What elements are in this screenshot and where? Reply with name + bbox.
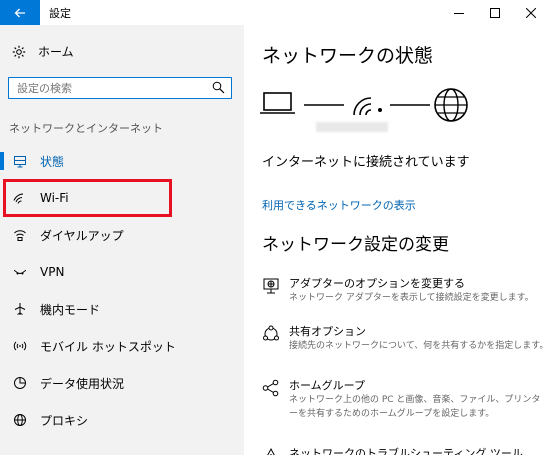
troubleshooter-item[interactable]: ネットワークのトラブルシューティング ツール <box>262 445 550 455</box>
sidebar-item-label: モバイル ホットスポット <box>40 339 176 354</box>
sidebar-item-label: 機内モード <box>40 302 101 317</box>
wifi-highlight-frame <box>3 179 172 217</box>
title-bar: 設定 <box>0 0 550 25</box>
section-label: ネットワークとインターネット <box>9 122 163 135</box>
proxy-icon <box>13 413 27 427</box>
status-heading: ネットワークの状態 <box>262 45 434 67</box>
selection-indicator <box>0 152 4 170</box>
back-arrow-icon <box>14 8 25 17</box>
vpn-icon <box>13 265 27 279</box>
homegroup-icon <box>262 379 279 397</box>
pc-icon <box>260 92 295 114</box>
wifi-signal-icon <box>353 97 382 116</box>
change-settings-heading: ネットワーク設定の変更 <box>262 235 449 255</box>
homegroup-item[interactable]: ホームグループ ネットワーク上の他の PC と画像、音楽、ファイル、プリンターを… <box>262 377 550 421</box>
setting-title: アダプターのオプションを変更する <box>289 277 465 290</box>
minimize-icon <box>454 12 464 14</box>
troubleshoot-icon <box>267 447 275 455</box>
close-icon <box>526 7 536 18</box>
gear-icon <box>12 45 26 58</box>
sidebar-item-vpn[interactable]: VPN <box>0 255 244 289</box>
sidebar-item-label: データ使用状況 <box>40 376 125 391</box>
available-networks-link[interactable]: 利用できるネットワークの表示 <box>262 197 416 213</box>
setting-title: ネットワークのトラブルシューティング ツール <box>289 447 523 455</box>
adapter-icon <box>263 278 279 294</box>
window-title: 設定 <box>49 7 71 20</box>
sidebar-item-hotspot[interactable]: モバイル ホットスポット <box>0 329 244 363</box>
sidebar-item-label: プロキシ <box>40 413 89 428</box>
hotspot-icon <box>13 339 27 353</box>
airplane-icon <box>13 302 27 316</box>
sidebar-item-label: 状態 <box>40 154 65 169</box>
sidebar-item-status[interactable]: 状態 <box>0 144 244 178</box>
sidebar-item-data-usage[interactable]: データ使用状況 <box>0 366 244 400</box>
connection-status: インターネットに接続されています <box>262 155 470 170</box>
home-nav-item[interactable]: ホーム <box>12 43 74 60</box>
sidebar-item-airplane[interactable]: 機内モード <box>0 292 244 326</box>
setting-description: ネットワーク アダプターを表示して接続設定を変更します。 <box>289 293 534 303</box>
setting-description: 接続先のネットワークについて、何を共有するかを指定します。 <box>289 341 549 351</box>
sharing-icon <box>263 325 279 341</box>
search-box <box>8 77 232 99</box>
adapter-options-item[interactable]: アダプターのオプションを変更する ネットワーク アダプターを表示して接続設定を変… <box>262 275 550 305</box>
dialup-icon <box>13 228 27 242</box>
status-icon <box>13 154 27 168</box>
sidebar-item-label: VPN <box>40 265 65 279</box>
network-name-obscured <box>316 122 388 132</box>
sidebar-item-proxy[interactable]: プロキシ <box>0 403 244 437</box>
search-icon[interactable] <box>212 81 225 94</box>
search-input[interactable] <box>17 80 207 96</box>
setting-title: 共有オプション <box>289 325 366 338</box>
maximize-icon <box>490 7 500 18</box>
sidebar-item-dialup[interactable]: ダイヤルアップ <box>0 218 244 252</box>
sidebar: ホーム ネットワークとインターネット 状態 Wi-Fi <box>0 25 244 455</box>
sidebar-item-label: ダイヤルアップ <box>40 228 124 243</box>
home-label: ホーム <box>38 45 74 59</box>
sharing-options-item[interactable]: 共有オプション 接続先のネットワークについて、何を共有するかを指定します。 <box>262 323 550 353</box>
settings-window: 設定 ホーム ネットワークとインターネット <box>0 0 550 455</box>
close-button[interactable] <box>508 0 550 25</box>
main-content: ネットワークの状態 インターネットに接続されています 利用できるネットワークの表… <box>244 25 550 455</box>
data-usage-icon <box>13 376 27 390</box>
setting-description: ネットワーク上の他の PC と画像、音楽、ファイル、プリンターを共有するためのホ… <box>289 395 541 419</box>
back-button[interactable] <box>0 0 40 25</box>
setting-title: ホームグループ <box>289 379 366 392</box>
globe-icon <box>434 88 468 122</box>
